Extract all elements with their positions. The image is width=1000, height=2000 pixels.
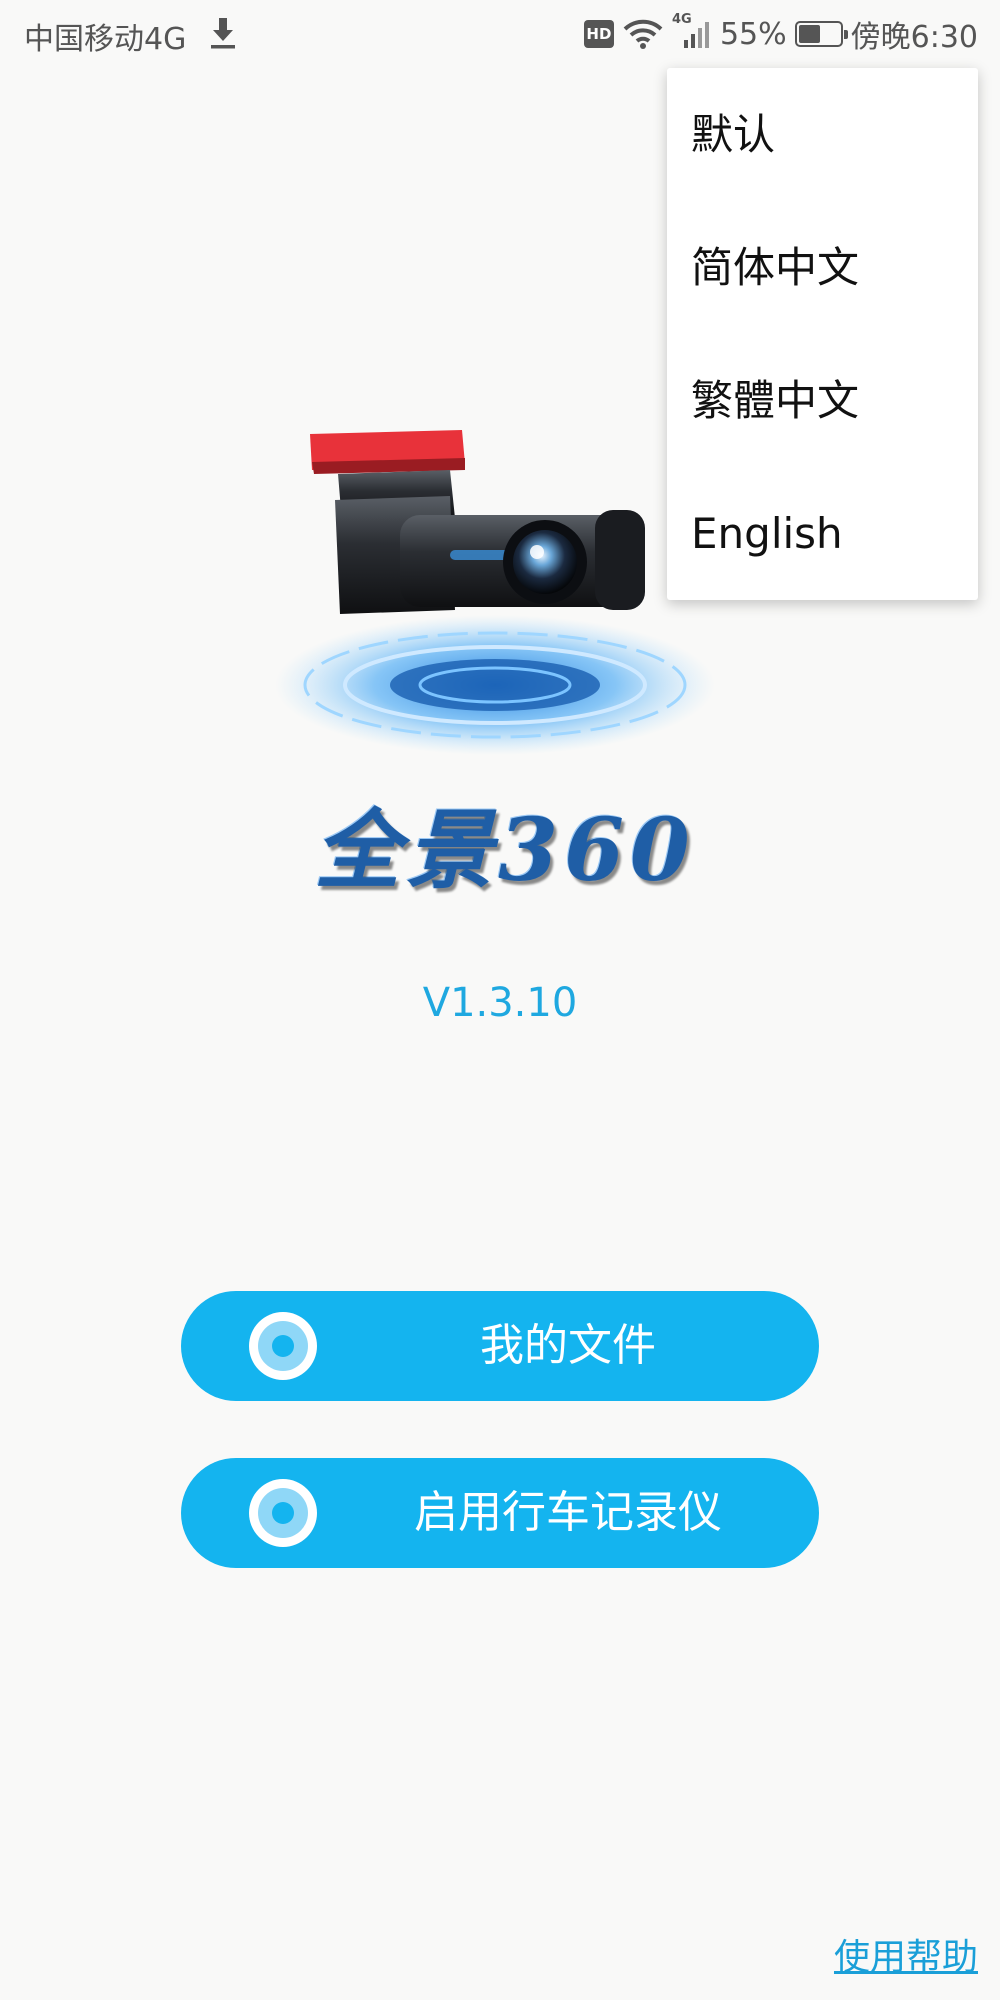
my-files-label: 我的文件 [480,1320,656,1371]
status-indicators: HD 4G 55% 傍晚6:30 [583,12,978,55]
status-bar: 中国移动4G HD 4G 55% 傍晚6:30 [0,0,1000,70]
radio-dot-icon [249,1479,317,1547]
radio-dot-icon [249,1312,317,1380]
brand-wordmark: 全景360 [314,800,696,901]
cell-signal-icon: 4G [672,12,712,50]
language-menu: 默认 简体中文 繁體中文 English [667,68,978,600]
download-icon [211,18,235,49]
hd-icon: HD [583,20,614,48]
menu-item-traditional-chinese[interactable]: 繁體中文 [691,334,859,467]
start-recorder-label: 启用行车记录仪 [414,1487,722,1538]
battery-icon [794,21,848,47]
wifi-icon [623,19,663,49]
start-recorder-button[interactable]: 启用行车记录仪 [181,1458,819,1568]
help-link[interactable]: 使用帮助 [834,1928,978,1980]
battery-percent: 55% [719,16,787,52]
app-version: V1.3.10 [422,980,578,1026]
my-files-button[interactable]: 我的文件 [181,1291,819,1401]
carrier-label: 中国移动4G [24,22,187,57]
menu-item-simplified-chinese[interactable]: 简体中文 [691,201,859,334]
menu-item-english[interactable]: English [691,467,843,600]
clock: 傍晚6:30 [850,20,978,55]
menu-item-default[interactable]: 默认 [691,68,775,201]
